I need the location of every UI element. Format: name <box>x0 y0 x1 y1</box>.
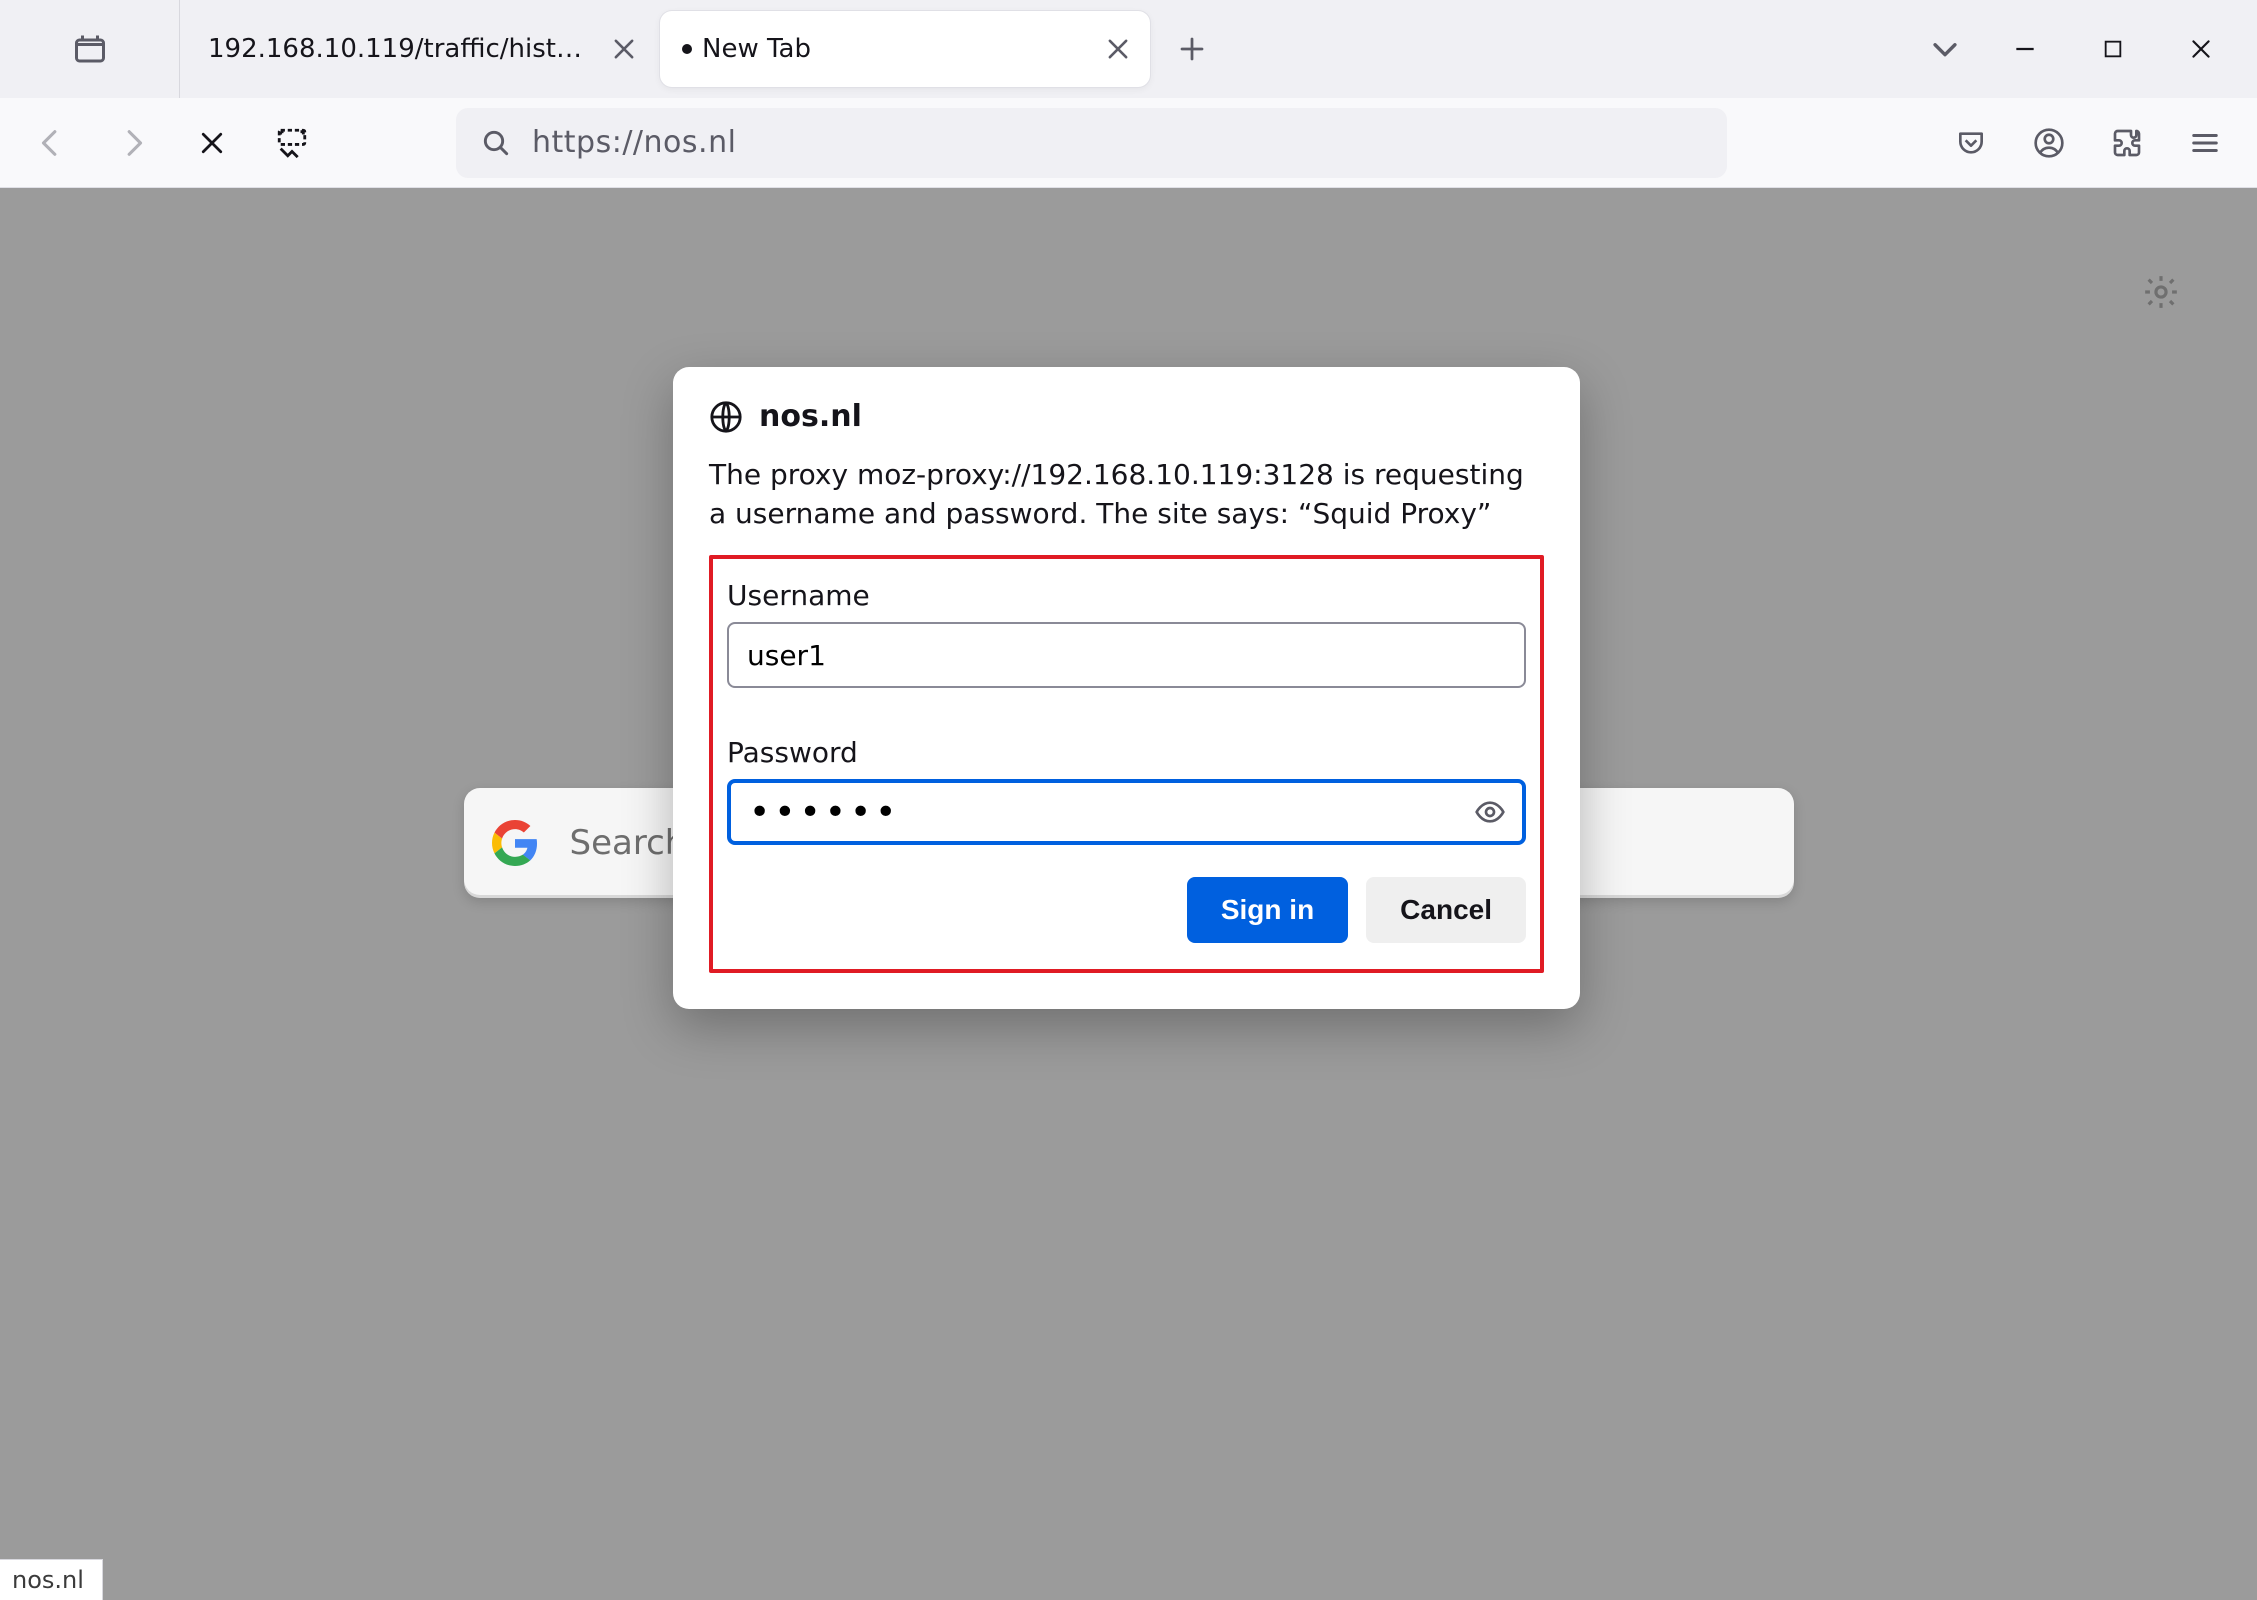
chevron-down-icon <box>1928 32 1962 66</box>
close-window-button[interactable] <box>2157 0 2245 98</box>
status-text: nos.nl <box>12 1566 84 1594</box>
close-icon <box>197 128 227 158</box>
minimize-button[interactable] <box>1981 0 2069 98</box>
gear-icon <box>2142 273 2180 311</box>
globe-icon <box>709 400 743 434</box>
maximize-button[interactable] <box>2069 0 2157 98</box>
password-input[interactable] <box>727 779 1526 845</box>
app-menu-button[interactable] <box>2169 107 2241 179</box>
eye-icon <box>1474 796 1506 828</box>
tab-overflow-button[interactable] <box>1909 0 1981 98</box>
pocket-icon <box>1955 127 1987 159</box>
url-text: https://nos.nl <box>532 125 736 160</box>
password-label: Password <box>727 736 1526 769</box>
username-label: Username <box>727 579 1526 612</box>
close-icon[interactable] <box>610 35 638 63</box>
stop-button[interactable] <box>176 107 248 179</box>
tab-title: New Tab <box>702 34 811 64</box>
new-tab-button[interactable] <box>1160 17 1224 81</box>
close-icon[interactable] <box>1104 35 1132 63</box>
reveal-password-button[interactable] <box>1472 794 1508 830</box>
extensions-button[interactable] <box>2091 107 2163 179</box>
maximize-icon <box>2102 38 2124 60</box>
account-icon <box>2033 127 2065 159</box>
google-icon <box>492 820 538 866</box>
account-button[interactable] <box>2013 107 2085 179</box>
modified-indicator-icon <box>682 44 692 54</box>
status-bar: nos.nl <box>0 1559 103 1600</box>
tab-0[interactable]: 192.168.10.119/traffic/history/realti <box>186 11 656 87</box>
close-icon <box>2188 36 2214 62</box>
minimize-icon <box>2012 36 2038 62</box>
screenshot-button[interactable] <box>256 107 328 179</box>
url-bar[interactable]: https://nos.nl <box>456 108 1727 178</box>
tabs: 192.168.10.119/traffic/history/realti Ne… <box>180 0 1224 98</box>
back-button[interactable] <box>16 107 88 179</box>
username-input[interactable] <box>727 622 1526 688</box>
arrow-left-icon <box>35 126 69 160</box>
puzzle-icon <box>2111 127 2143 159</box>
newtab-customize-button[interactable] <box>2137 268 2185 316</box>
annotation-highlight: Username Password Sign in Cancel <box>709 555 1544 973</box>
window-controls <box>1981 0 2249 98</box>
page-content: Search with Google or enter address nos.… <box>0 188 2257 1600</box>
tab-title: 192.168.10.119/traffic/history/realti <box>208 34 590 64</box>
dialog-origin: nos.nl <box>709 399 1544 434</box>
search-icon <box>480 127 512 159</box>
screenshot-icon <box>275 126 309 160</box>
hamburger-icon <box>2190 128 2220 158</box>
tab-1[interactable]: New Tab <box>660 11 1150 87</box>
arrow-right-icon <box>115 126 149 160</box>
dialog-message: The proxy moz-proxy://192.168.10.119:312… <box>709 456 1544 533</box>
forward-button[interactable] <box>96 107 168 179</box>
dialog-origin-text: nos.nl <box>759 399 862 434</box>
pocket-button[interactable] <box>1935 107 2007 179</box>
cancel-button[interactable]: Cancel <box>1366 877 1526 943</box>
sidebar-toggle[interactable] <box>0 0 180 98</box>
navigation-toolbar: https://nos.nl <box>0 98 2257 188</box>
tab-strip: 192.168.10.119/traffic/history/realti Ne… <box>0 0 2257 98</box>
sidebar-icon <box>72 31 108 67</box>
proxy-auth-dialog: nos.nl The proxy moz-proxy://192.168.10.… <box>673 367 1580 1009</box>
sign-in-button[interactable]: Sign in <box>1187 877 1348 943</box>
